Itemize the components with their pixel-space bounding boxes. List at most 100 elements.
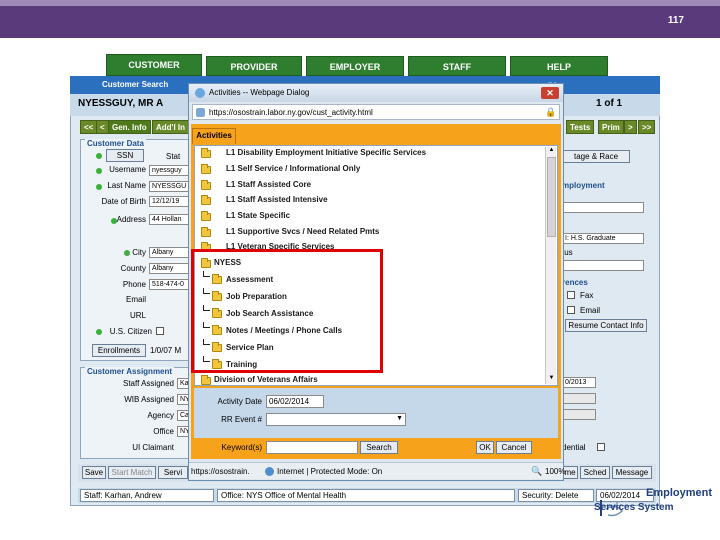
- subtab-tests[interactable]: Tests: [566, 120, 595, 134]
- tab-customer[interactable]: CUSTOMER: [106, 54, 202, 76]
- resume-contact-button[interactable]: Resume Contact Info: [565, 319, 647, 332]
- nav-customer-search[interactable]: Customer Search: [102, 80, 168, 89]
- services-button[interactable]: Servi: [158, 466, 188, 479]
- address-label: Address: [116, 215, 146, 224]
- search-button[interactable]: Search: [360, 441, 398, 454]
- folder-icon: [201, 211, 211, 221]
- fax-label: Fax: [580, 291, 594, 300]
- tree-item-state-specific[interactable]: L1 State Specific: [226, 211, 290, 220]
- status-url: https://osostrain.: [191, 467, 250, 476]
- subtab-prim[interactable]: Prim: [598, 120, 624, 134]
- rr-event-select[interactable]: ▼: [266, 413, 406, 426]
- username-label: Username: [109, 165, 146, 174]
- subtab-addl-info[interactable]: Add'l In: [152, 120, 190, 134]
- preferences-title: rences: [562, 278, 588, 287]
- ssn-button[interactable]: SSN: [106, 149, 144, 162]
- page-icon: [196, 108, 205, 117]
- url-label: URL: [129, 311, 146, 320]
- lock-icon: 🔒: [545, 107, 557, 117]
- scroll-thumb[interactable]: [547, 157, 556, 237]
- county-label: County: [120, 264, 146, 273]
- tab-help[interactable]: HELP: [510, 56, 608, 76]
- dialog-address-bar[interactable]: https://osostrain.labor.ny.gov/cust_acti…: [192, 104, 560, 120]
- folder-icon: [201, 195, 211, 205]
- slide-number: 117: [667, 15, 684, 26]
- tree-item-supportive[interactable]: L1 Supportive Svcs / Need Related Pmts: [226, 227, 379, 236]
- tree-item-staff-core[interactable]: L1 Staff Assisted Core: [226, 180, 311, 189]
- enrollments-button[interactable]: Enrollments: [92, 344, 146, 357]
- customer-data-title: Customer Data: [85, 139, 146, 148]
- dob-field[interactable]: 12/12/19: [149, 196, 189, 207]
- dialog-title: Activities -- Webpage Dialog: [209, 88, 310, 97]
- citizen-label: U.S. Citizen: [109, 327, 152, 336]
- logo-line1: Employment: [646, 487, 713, 499]
- dialog-url: https://osostrain.labor.ny.gov/cust_acti…: [209, 108, 373, 117]
- tab-provider[interactable]: PROVIDER: [206, 56, 302, 76]
- schedule-button[interactable]: Sched: [580, 466, 610, 479]
- zoom-icon[interactable]: 🔍: [531, 466, 542, 477]
- dialog-status-bar: https://osostrain. Internet | Protected …: [189, 462, 565, 479]
- city-field[interactable]: Albany: [149, 247, 189, 258]
- ok-button[interactable]: OK: [476, 441, 494, 454]
- county-field[interactable]: Albany: [149, 263, 189, 274]
- start-match-button[interactable]: Start Match: [108, 466, 156, 479]
- dialog-titlebar[interactable]: Activities -- Webpage Dialog ✕: [189, 84, 563, 102]
- agency-label: Agency: [147, 411, 174, 420]
- tree-item-staff-intensive[interactable]: L1 Staff Assisted Intensive: [226, 195, 328, 204]
- cancel-button[interactable]: Cancel: [496, 441, 532, 454]
- tree-scrollbar[interactable]: ▲ ▼: [545, 147, 556, 384]
- heritage-race-button[interactable]: tage & Race: [562, 150, 630, 163]
- email-pref-checkbox[interactable]: [567, 306, 575, 314]
- globe-icon: [265, 467, 274, 476]
- status-select[interactable]: [562, 260, 644, 271]
- readonly-field: [562, 409, 596, 420]
- subtab-next[interactable]: >: [624, 120, 637, 134]
- tab-activities[interactable]: Activities: [192, 128, 236, 144]
- subtab-prev[interactable]: <: [96, 120, 109, 134]
- scroll-up-icon[interactable]: ▲: [547, 147, 556, 156]
- employment-select[interactable]: [562, 202, 644, 213]
- subtab-gen-info[interactable]: Gen. Info: [108, 120, 151, 134]
- fax-checkbox[interactable]: [567, 291, 575, 299]
- ie-icon: [195, 88, 205, 98]
- close-icon[interactable]: ✕: [541, 87, 559, 99]
- date-field[interactable]: 0/2013: [562, 377, 596, 388]
- username-field[interactable]: nyessguy: [149, 165, 189, 176]
- address-field[interactable]: 44 Hollan: [149, 214, 189, 225]
- readonly-field: [562, 393, 596, 404]
- dob-label: Date of Birth: [101, 197, 146, 206]
- education-select[interactable]: I: H.S. Graduate: [562, 233, 644, 244]
- employment-title: mployment: [562, 181, 605, 190]
- tab-employer[interactable]: EMPLOYER: [306, 56, 404, 76]
- message-button[interactable]: Message: [612, 466, 652, 479]
- tree-item-veterans-affairs[interactable]: Division of Veterans Affairs: [214, 375, 318, 384]
- rr-event-label: RR Event #: [221, 415, 262, 424]
- subtab-last[interactable]: >>: [638, 120, 656, 134]
- scroll-down-icon[interactable]: ▼: [547, 375, 556, 384]
- staff-assigned-label: Staff Assigned: [123, 379, 174, 388]
- tree-item-disability[interactable]: L1 Disability Employment Initiative Spec…: [226, 148, 426, 157]
- citizen-checkbox[interactable]: [156, 327, 164, 335]
- email-pref-label: Email: [580, 306, 601, 315]
- activity-date-field[interactable]: 06/02/2014: [266, 395, 324, 408]
- phone-field[interactable]: 518-474-0: [149, 279, 189, 290]
- lastname-label: Last Name: [107, 181, 146, 190]
- folder-icon: [201, 180, 211, 190]
- status-security: Security: Delete: [518, 489, 594, 502]
- customer-name: NYESSGUY, MR A: [78, 98, 164, 109]
- confidential-label: dential: [562, 443, 586, 452]
- lastname-field[interactable]: NYESSGU: [149, 181, 189, 192]
- save-button[interactable]: Save: [82, 466, 106, 479]
- folder-icon: [201, 148, 211, 158]
- chevron-down-icon: ▼: [396, 415, 403, 422]
- subtab-first[interactable]: <<: [80, 120, 98, 134]
- status-staff: Staff: Karhan, Andrew: [80, 489, 214, 502]
- tree-item-self-service[interactable]: L1 Self Service / Informational Only: [226, 164, 360, 173]
- wib-assigned-label: WIB Assigned: [124, 395, 174, 404]
- confidential-checkbox[interactable]: [597, 443, 605, 451]
- tab-staff[interactable]: STAFF: [408, 56, 506, 76]
- keyword-input[interactable]: [266, 441, 358, 454]
- folder-icon: [201, 164, 211, 174]
- ui-claimant-label: UI Claimant: [132, 443, 174, 452]
- zoom-level[interactable]: 100%: [545, 467, 565, 476]
